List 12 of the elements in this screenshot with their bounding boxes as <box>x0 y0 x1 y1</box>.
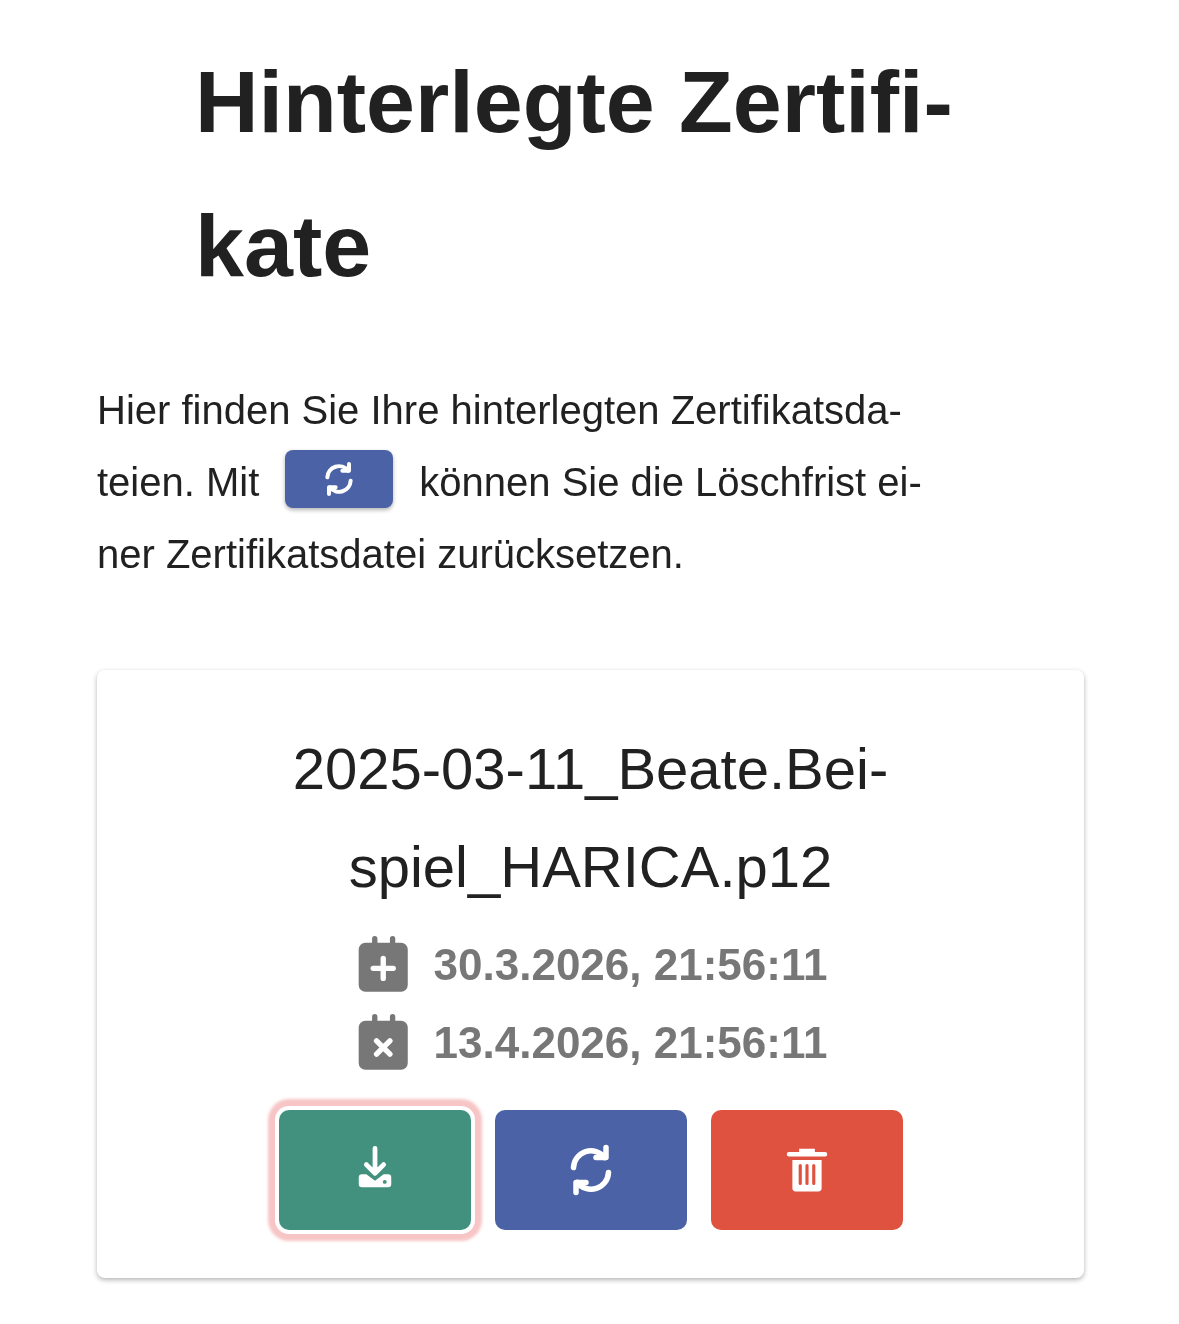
certificate-filename: spiel_HARICA.p12 <box>348 833 833 901</box>
intro-text: können Sie die Löschfrist ei- <box>419 459 922 506</box>
date-text: 30.3.2026, 21:56:11 <box>433 940 828 990</box>
certificate-filename: 2025-03-11_Beate.Bei- <box>292 735 889 803</box>
intro-text: teien. Mit <box>97 459 260 506</box>
delete-button[interactable] <box>710 1110 903 1230</box>
renew-button[interactable] <box>494 1110 687 1230</box>
page-title: kate <box>195 195 372 297</box>
page-title: Hinterlegte Zertifi- <box>195 51 953 153</box>
intro-text: Hier finden Sie Ihre hinterlegten Zertifikatsda- <box>97 387 902 434</box>
intro-text: ner Zertifikatsdatei zurücksetzen. <box>97 531 684 578</box>
date-text: 13.4.2026, 21:56:11 <box>433 1018 828 1068</box>
